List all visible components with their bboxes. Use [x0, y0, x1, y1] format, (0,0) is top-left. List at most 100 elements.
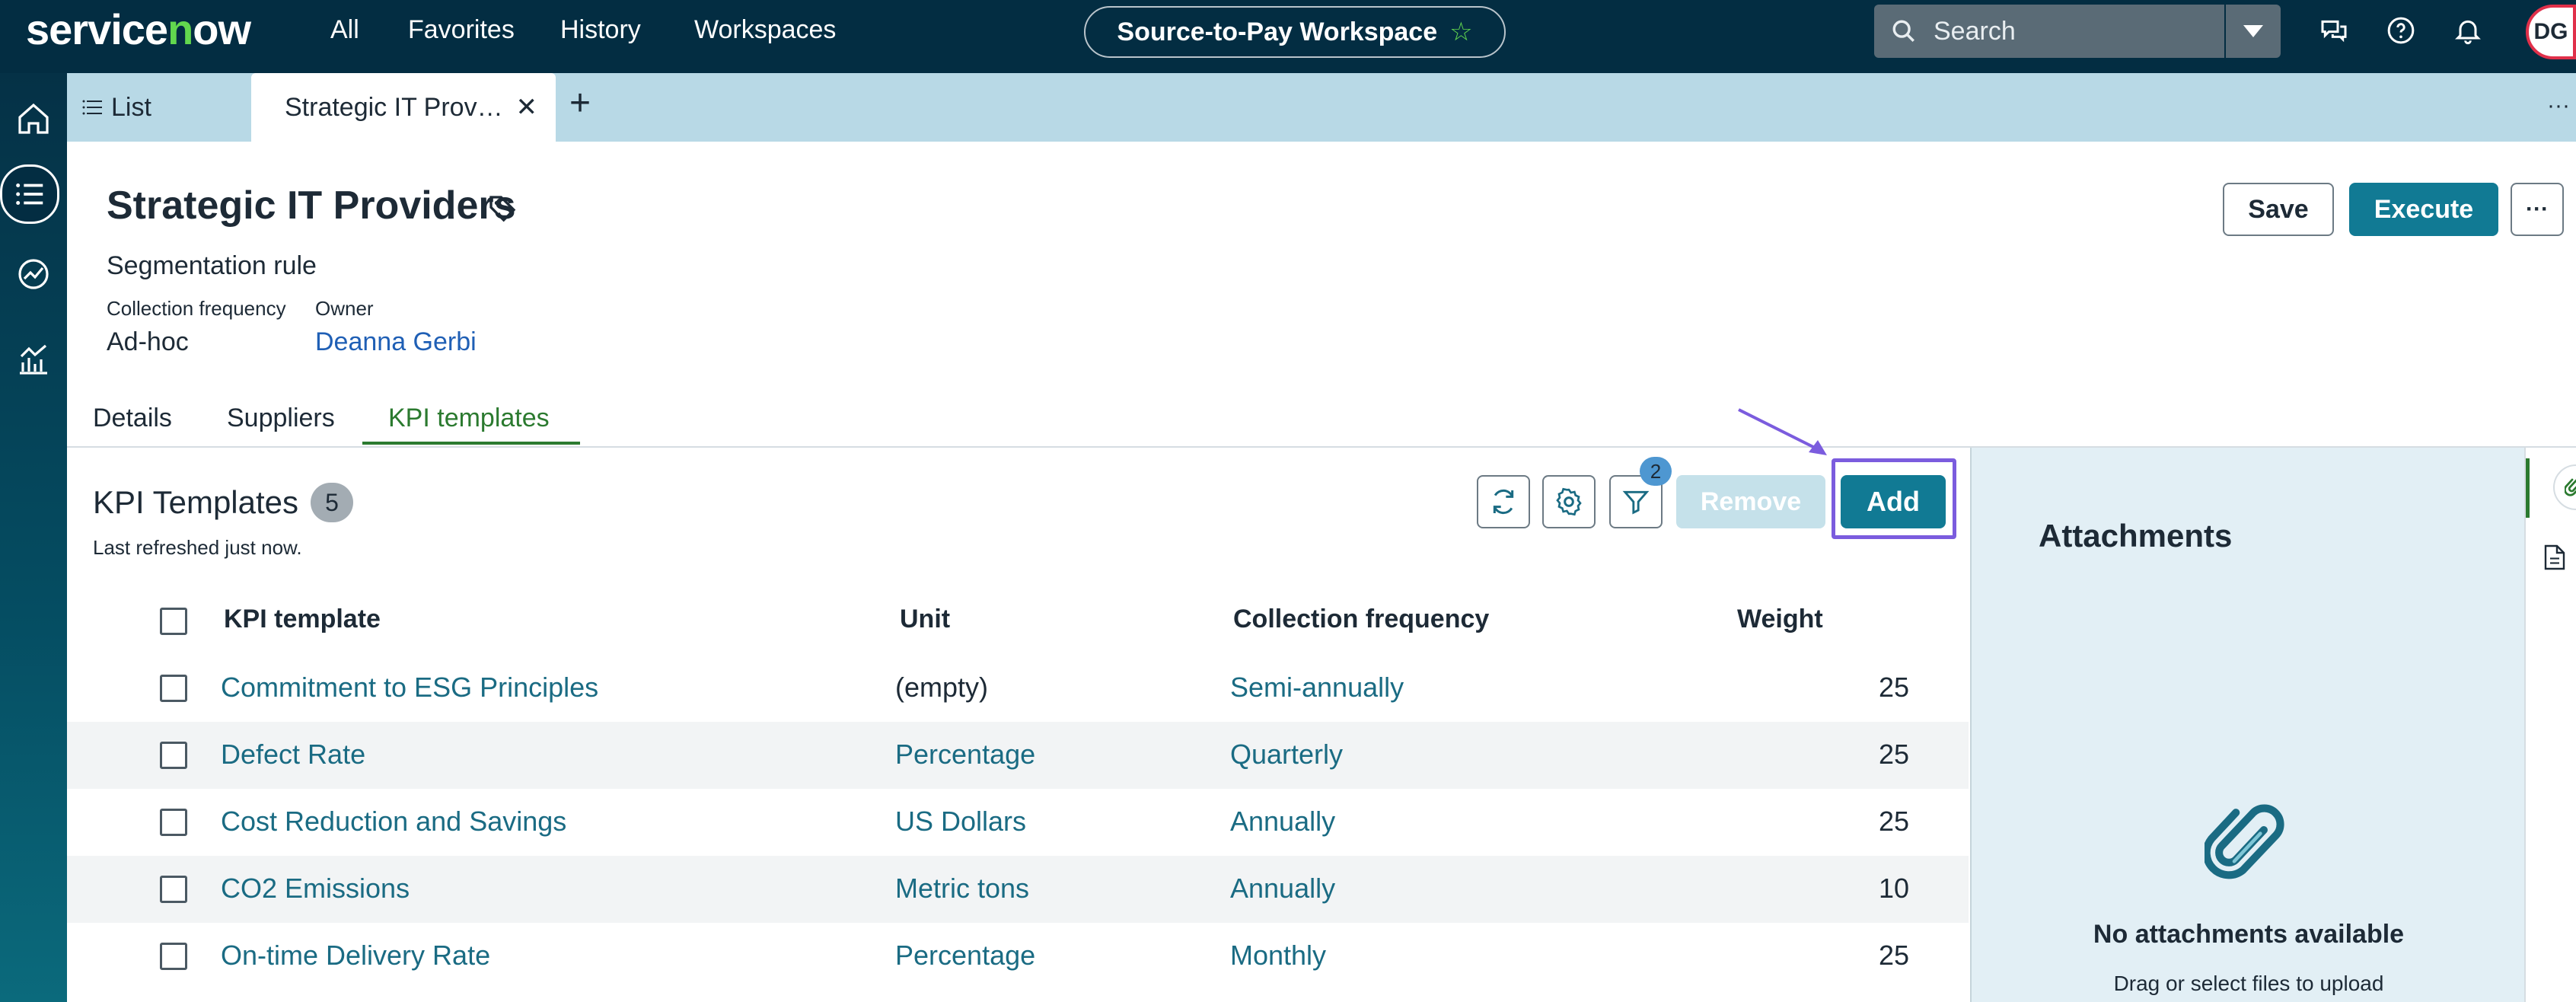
frequency-link[interactable]: Annually — [1230, 873, 1335, 905]
document-icon[interactable] — [2543, 544, 2567, 571]
nav-favorites[interactable]: Favorites — [408, 15, 515, 45]
kpi-template-link[interactable]: CO2 Emissions — [221, 873, 410, 905]
filter-count-badge: 2 — [1640, 457, 1672, 486]
frequency-link[interactable]: Quarterly — [1230, 739, 1343, 771]
column-unit[interactable]: Unit — [900, 605, 950, 634]
collection-frequency-label: Collection frequency — [107, 297, 286, 320]
attachments-title: Attachments — [2039, 518, 2233, 554]
column-collection-frequency[interactable]: Collection frequency — [1233, 605, 1489, 634]
help-icon[interactable] — [2386, 15, 2416, 46]
execute-button[interactable]: Execute — [2349, 183, 2498, 236]
column-kpi-template[interactable]: KPI template — [224, 605, 381, 634]
owner-label: Owner — [315, 297, 374, 320]
frequency-link[interactable]: Monthly — [1230, 940, 1326, 972]
active-panel-indicator — [2526, 458, 2530, 518]
active-tab-indicator — [362, 442, 580, 445]
more-actions-button[interactable]: ··· — [2511, 183, 2564, 236]
weight-value: 25 — [1878, 806, 1909, 837]
collection-frequency-value: Ad-hoc — [107, 327, 189, 356]
dashboard-gauge-icon[interactable] — [6, 247, 61, 302]
frequency-link[interactable]: Semi-annually — [1230, 672, 1404, 704]
weight-value: 25 — [1878, 940, 1909, 971]
record-title: Strategic IT Providers — [107, 183, 516, 228]
unit-value: (empty) — [895, 672, 989, 703]
paperclip-icon — [2565, 478, 2576, 496]
record-subtitle: Segmentation rule — [107, 251, 317, 280]
column-weight[interactable]: Weight — [1737, 605, 1823, 634]
kpi-template-link[interactable]: Commitment to ESG Principles — [221, 672, 598, 704]
add-button[interactable]: Add — [1841, 475, 1946, 528]
nav-workspaces[interactable]: Workspaces — [694, 15, 836, 45]
global-search-input[interactable]: Search — [1874, 5, 2224, 58]
tab-title: Strategic IT Prov… — [285, 92, 503, 122]
nav-all[interactable]: All — [330, 15, 359, 45]
workspace-tab-strip: List Strategic IT Prov… ✕ + ··· — [67, 73, 2576, 142]
workspace-name: Source-to-Pay Workspace — [1117, 17, 1438, 46]
no-attachments-message: No attachments available — [2093, 920, 2405, 949]
tab-strategic-it-providers[interactable]: Strategic IT Prov… ✕ — [251, 73, 556, 142]
tab-list-label: List — [111, 92, 151, 122]
search-placeholder: Search — [1934, 16, 2016, 46]
kpi-list-title: KPI Templates — [93, 484, 299, 520]
table-row[interactable]: CO2 Emissions Metric tons Annually 10 — [67, 856, 1969, 923]
row-checkbox[interactable] — [160, 742, 187, 769]
attachments-panel: Attachments No attachments available Dra… — [1970, 448, 2524, 1002]
unit-link[interactable]: Percentage — [895, 739, 1035, 771]
servicenow-logo[interactable]: servicenow — [26, 5, 251, 54]
row-checkbox[interactable] — [160, 675, 187, 702]
search-icon — [1892, 20, 1914, 42]
search-scope-dropdown[interactable] — [2226, 5, 2281, 58]
left-navigation-rail — [0, 73, 67, 1002]
list-lines-icon — [82, 100, 102, 115]
workspace-name-pill[interactable]: Source-to-Pay Workspace ☆ — [1084, 6, 1506, 58]
list-view-icon[interactable] — [0, 164, 59, 224]
frequency-link[interactable]: Annually — [1230, 806, 1335, 838]
top-navigation-bar: servicenow All Favorites History Workspa… — [0, 0, 2576, 73]
record-count-badge: 5 — [311, 483, 353, 522]
favorite-star-icon[interactable]: ☆ — [1449, 17, 1472, 47]
tab-suppliers[interactable]: Suppliers — [227, 404, 335, 433]
owner-link[interactable]: Deanna Gerbi — [315, 327, 477, 357]
kpi-template-link[interactable]: Defect Rate — [221, 739, 365, 771]
weight-value: 10 — [1878, 873, 1909, 904]
chat-icon[interactable] — [2319, 15, 2349, 46]
row-checkbox[interactable] — [160, 943, 187, 970]
analytics-chart-icon[interactable] — [6, 332, 61, 387]
gear-icon — [1556, 487, 1582, 516]
tab-details[interactable]: Details — [93, 404, 172, 433]
tag-icon[interactable] — [487, 193, 518, 224]
caret-down-icon — [2243, 25, 2263, 37]
table-row[interactable]: On-time Delivery Rate Percentage Monthly… — [67, 923, 1969, 990]
unit-link[interactable]: US Dollars — [895, 806, 1026, 838]
row-checkbox[interactable] — [160, 809, 187, 836]
table-row[interactable]: Commitment to ESG Principles (empty) Sem… — [67, 655, 1969, 722]
tab-overflow-icon[interactable]: ··· — [2547, 93, 2570, 119]
last-refreshed-text: Last refreshed just now. — [93, 536, 302, 559]
tab-kpi-templates[interactable]: KPI templates — [388, 404, 550, 433]
unit-link[interactable]: Percentage — [895, 940, 1035, 972]
filter-funnel-icon — [1622, 490, 1650, 515]
close-icon[interactable]: ✕ — [516, 92, 538, 123]
remove-button[interactable]: Remove — [1676, 475, 1825, 528]
select-all-checkbox[interactable] — [160, 608, 187, 635]
list-settings-button[interactable] — [1542, 475, 1596, 528]
upload-hint[interactable]: Drag or select files to upload — [1972, 972, 2526, 996]
nav-history[interactable]: History — [560, 15, 641, 45]
table-row[interactable]: Cost Reduction and Savings US Dollars An… — [67, 789, 1969, 856]
weight-value: 25 — [1878, 739, 1909, 770]
notifications-bell-icon[interactable] — [2453, 15, 2483, 46]
row-checkbox[interactable] — [160, 876, 187, 903]
table-header-row: KPI template Unit Collection frequency W… — [67, 591, 1969, 652]
tab-list[interactable]: List — [82, 73, 151, 142]
kpi-template-link[interactable]: On-time Delivery Rate — [221, 940, 490, 972]
save-button[interactable]: Save — [2223, 183, 2334, 236]
refresh-icon — [1493, 489, 1514, 515]
unit-link[interactable]: Metric tons — [895, 873, 1029, 905]
new-tab-plus-icon[interactable]: + — [569, 82, 591, 124]
refresh-button[interactable] — [1477, 475, 1530, 528]
kpi-template-link[interactable]: Cost Reduction and Savings — [221, 806, 566, 838]
user-avatar[interactable]: DG — [2526, 5, 2576, 59]
home-icon[interactable] — [6, 91, 61, 146]
table-row[interactable]: Defect Rate Percentage Quarterly 25 — [67, 722, 1969, 789]
attachments-panel-toggle[interactable] — [2553, 464, 2576, 510]
